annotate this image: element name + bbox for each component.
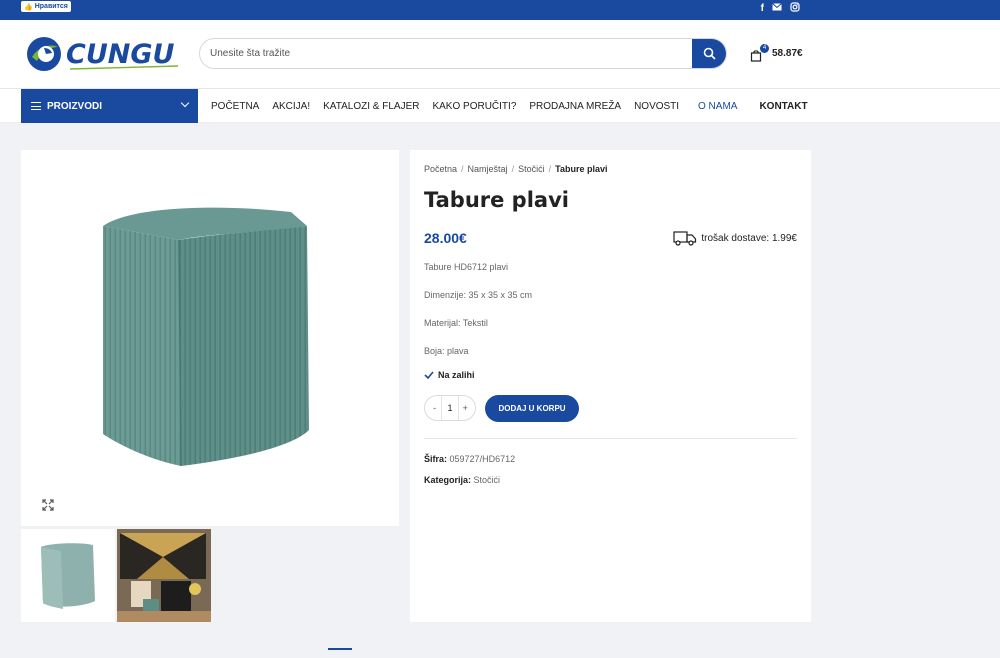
quantity-input[interactable]: 1 <box>441 396 459 420</box>
nav-item-katalozi[interactable]: KATALOZI & FLAJER <box>323 101 419 112</box>
breadcrumb: Početna / Namještaj / Stočići / Tabure p… <box>424 164 607 174</box>
cart-count-badge: 4 <box>760 44 769 53</box>
nav-item-akcija[interactable]: AKCIJA! <box>272 101 310 112</box>
search-input[interactable] <box>200 39 690 68</box>
thumbs-up-icon: 👍 <box>24 2 33 11</box>
search-button[interactable] <box>692 39 726 68</box>
categories-label: PROIZVODI <box>47 100 103 112</box>
search-icon <box>703 47 716 60</box>
thumbnail-1[interactable] <box>21 529 115 622</box>
nav-item-novosti[interactable]: NOVOSTI <box>634 101 679 112</box>
stock-status: Na zalihi <box>424 370 475 380</box>
description-line: Dimenzije: 35 x 35 x 35 cm <box>424 290 533 300</box>
shipping-info: trošak dostave: 1.99€ <box>673 231 797 246</box>
check-icon <box>424 371 434 379</box>
menu-icon <box>31 102 41 110</box>
breadcrumb-separator: / <box>511 164 515 174</box>
breadcrumb-current: Tabure plavi <box>555 164 608 174</box>
cart-total[interactable]: 58.87€ <box>772 48 803 59</box>
categories-button[interactable]: PROIZVODI <box>21 89 198 123</box>
sku-value: 059727/HD6712 <box>449 454 516 464</box>
shipping-cost: trošak dostave: 1.99€ <box>701 233 797 244</box>
truck-icon <box>673 231 697 246</box>
like-label: Нравится <box>34 3 68 10</box>
social-links: f <box>761 2 800 17</box>
description-line: Boja: plava <box>424 346 469 356</box>
nav-menu: POČETNA AKCIJA! KATALOZI & FLAJER KAKO P… <box>211 89 679 123</box>
site-header: CUNGU 4 58.87€ <box>0 20 1000 89</box>
stock-label: Na zalihi <box>438 370 475 380</box>
product-title: Tabure plavi <box>424 188 569 212</box>
tab-indicator <box>328 648 352 650</box>
category-row: Kategorija: Stočići <box>424 475 500 485</box>
facebook-like-button[interactable]: 👍 Нравится <box>21 1 71 12</box>
breadcrumb-item-namjestaj[interactable]: Namještaj <box>468 164 508 174</box>
top-bar: 👍 Нравится f <box>0 0 1000 20</box>
product-image-panel <box>21 150 399 526</box>
facebook-icon[interactable]: f <box>761 2 764 17</box>
search-bar <box>199 38 727 69</box>
category-link[interactable]: Stočići <box>474 475 501 485</box>
category-label: Kategorija: <box>424 475 472 485</box>
expand-icon[interactable] <box>41 498 55 512</box>
nav-item-pocetna[interactable]: POČETNA <box>211 101 259 112</box>
description-line: Tabure HD6712 plavi <box>424 262 509 272</box>
breadcrumb-separator: / <box>548 164 552 174</box>
quantity-stepper: - 1 + <box>424 395 476 421</box>
breadcrumb-separator: / <box>461 164 464 174</box>
breadcrumb-item-pocetna[interactable]: Početna <box>424 164 457 174</box>
thumbnail-2[interactable] <box>117 529 211 622</box>
add-to-cart-button[interactable]: DODAJ U KORPU <box>485 395 579 422</box>
increase-button[interactable]: + <box>459 403 472 413</box>
svg-text:CUNGU: CUNGU <box>66 39 174 70</box>
nav-item-o-nama[interactable]: O NAMA <box>698 101 737 112</box>
instagram-icon[interactable] <box>790 2 800 17</box>
description-line: Materijal: Tekstil <box>424 318 488 328</box>
divider <box>424 438 797 439</box>
sku-row: Šifra: 059727/HD6712 <box>424 454 515 464</box>
chevron-down-icon <box>180 98 190 108</box>
breadcrumb-item-stocici[interactable]: Stočići <box>518 164 545 174</box>
nav-item-kontakt[interactable]: KONTAKT <box>759 101 807 112</box>
product-thumbnails <box>21 529 211 622</box>
product-info-panel: Početna / Namještaj / Stočići / Tabure p… <box>410 150 811 622</box>
main-nav: PROIZVODI POČETNA AKCIJA! KATALOZI & FLA… <box>0 89 1000 123</box>
nav-menu-right: O NAMA KONTAKT <box>698 89 808 123</box>
decrease-button[interactable]: - <box>428 403 441 413</box>
mail-icon[interactable] <box>772 2 782 17</box>
product-image[interactable] <box>91 198 321 474</box>
product-price: 28.00€ <box>424 230 467 246</box>
nav-item-kako-poruciti[interactable]: KAKO PORUČITI? <box>432 101 516 112</box>
sku-label: Šifra: <box>424 454 448 464</box>
brand-logo[interactable]: CUNGU <box>24 33 184 75</box>
nav-item-prodajna-mreza[interactable]: PRODAJNA MREŽA <box>529 101 621 112</box>
